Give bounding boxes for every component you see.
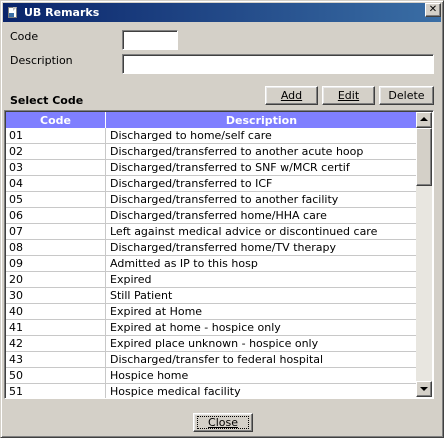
cell-description: Discharged/transferred to another facili… (110, 193, 339, 206)
arrow-up-icon (420, 117, 428, 121)
close-icon: ✕ (428, 4, 438, 15)
cell-code: 06 (6, 208, 106, 223)
cell-description: Still Patient (110, 289, 173, 302)
grid-header: Code Description (6, 112, 418, 128)
cell-description: Expired at Home (110, 305, 203, 318)
cell-description: Discharged/transferred to ICF (110, 177, 273, 190)
cell-description: Admitted as IP to this hosp (110, 257, 258, 270)
table-row[interactable]: 08 Discharged/transferred home/TV therapy (6, 240, 418, 256)
cell-code: 07 (6, 224, 106, 239)
cell-description: Expired place unknown - hospice only (110, 337, 319, 350)
cell-code: 04 (6, 176, 106, 191)
cell-code: 51 (6, 384, 106, 398)
delete-button[interactable]: Delete (379, 86, 434, 105)
cell-description: Discharged/transferred home/TV therapy (110, 241, 336, 254)
cell-code: 42 (6, 336, 106, 351)
code-input[interactable] (122, 30, 178, 50)
cell-description: Discharged/transfer to federal hospital (110, 353, 324, 366)
close-window-button[interactable]: ✕ (425, 3, 441, 17)
cell-code: 09 (6, 256, 106, 271)
table-row[interactable]: 51 Hospice medical facility (6, 384, 418, 398)
code-label: Code (10, 30, 39, 43)
cell-code: 43 (6, 352, 106, 367)
column-header-code[interactable]: Code (6, 112, 106, 128)
cell-description: Discharged to home/self care (110, 129, 272, 142)
cell-code: 02 (6, 144, 106, 159)
cell-code: 20 (6, 272, 106, 287)
table-row[interactable]: 04 Discharged/transferred to ICF (6, 176, 418, 192)
scroll-up-button[interactable] (416, 112, 432, 128)
focus-rect (197, 416, 249, 429)
cell-code: 08 (6, 240, 106, 255)
cell-code: 41 (6, 320, 106, 335)
cell-description: Left against medical advice or discontin… (110, 225, 378, 238)
grid-body: 01 Discharged to home/self care 02 Discharg… (6, 128, 418, 398)
delete-button-label: Delete (388, 89, 425, 102)
cell-code: 50 (6, 368, 106, 383)
cell-description: Expired at home - hospice only (110, 321, 281, 334)
cell-code: 01 (6, 128, 106, 143)
scroll-down-button[interactable] (416, 381, 432, 397)
column-header-description[interactable]: Description (106, 112, 418, 128)
table-row[interactable]: 03 Discharged/transferred to SNF w/MCR ce… (6, 160, 418, 176)
ub-remarks-window: UB Remarks ✕ Code Description Select Cod… (0, 0, 444, 438)
cell-description: Hospice home (110, 369, 189, 382)
add-button-label: Add (280, 89, 303, 102)
cell-code: 03 (6, 160, 106, 175)
edit-button[interactable]: Edit (322, 86, 375, 105)
table-row[interactable]: 42 Expired place unknown - hospice only (6, 336, 418, 352)
code-grid[interactable]: Code Description 01 Discharged to home/se… (4, 110, 434, 399)
cell-code: 05 (6, 192, 106, 207)
table-row[interactable]: 05 Discharged/transferred to another faci… (6, 192, 418, 208)
add-button[interactable]: Add (265, 86, 318, 105)
table-row[interactable]: 01 Discharged to home/self care (6, 128, 418, 144)
description-label: Description (10, 54, 73, 67)
close-button[interactable]: Close (193, 413, 253, 432)
table-row[interactable]: 02 Discharged/transferred to another acut… (6, 144, 418, 160)
table-row[interactable]: 40 Expired at Home (6, 304, 418, 320)
vertical-scrollbar[interactable] (416, 112, 432, 397)
cell-description: Expired (110, 273, 152, 286)
table-row[interactable]: 06 Discharged/transferred home/HHA care (6, 208, 418, 224)
cell-code: 30 (6, 288, 106, 303)
window-title: UB Remarks (24, 6, 100, 19)
cell-description: Discharged/transferred to another acute … (110, 145, 364, 158)
document-icon (6, 6, 20, 20)
table-row[interactable]: 41 Expired at home - hospice only (6, 320, 418, 336)
table-row[interactable]: 09 Admitted as IP to this hosp (6, 256, 418, 272)
arrow-down-icon (420, 387, 428, 391)
table-row[interactable]: 07 Left against medical advice or discont… (6, 224, 418, 240)
edit-button-label: Edit (337, 89, 360, 102)
select-code-label: Select Code (10, 94, 84, 107)
cell-description: Hospice medical facility (110, 385, 241, 398)
table-row[interactable]: 43 Discharged/transfer to federal hospita… (6, 352, 418, 368)
table-row[interactable]: 30 Still Patient (6, 288, 418, 304)
cell-description: Discharged/transferred home/HHA care (110, 209, 327, 222)
title-bar[interactable]: UB Remarks (3, 3, 441, 22)
cell-code: 40 (6, 304, 106, 319)
table-row[interactable]: 50 Hospice home (6, 368, 418, 384)
cell-description: Discharged/transferred to SNF w/MCR cert… (110, 161, 350, 174)
scroll-thumb[interactable] (416, 128, 432, 186)
description-input[interactable] (122, 54, 434, 74)
table-row[interactable]: 20 Expired (6, 272, 418, 288)
